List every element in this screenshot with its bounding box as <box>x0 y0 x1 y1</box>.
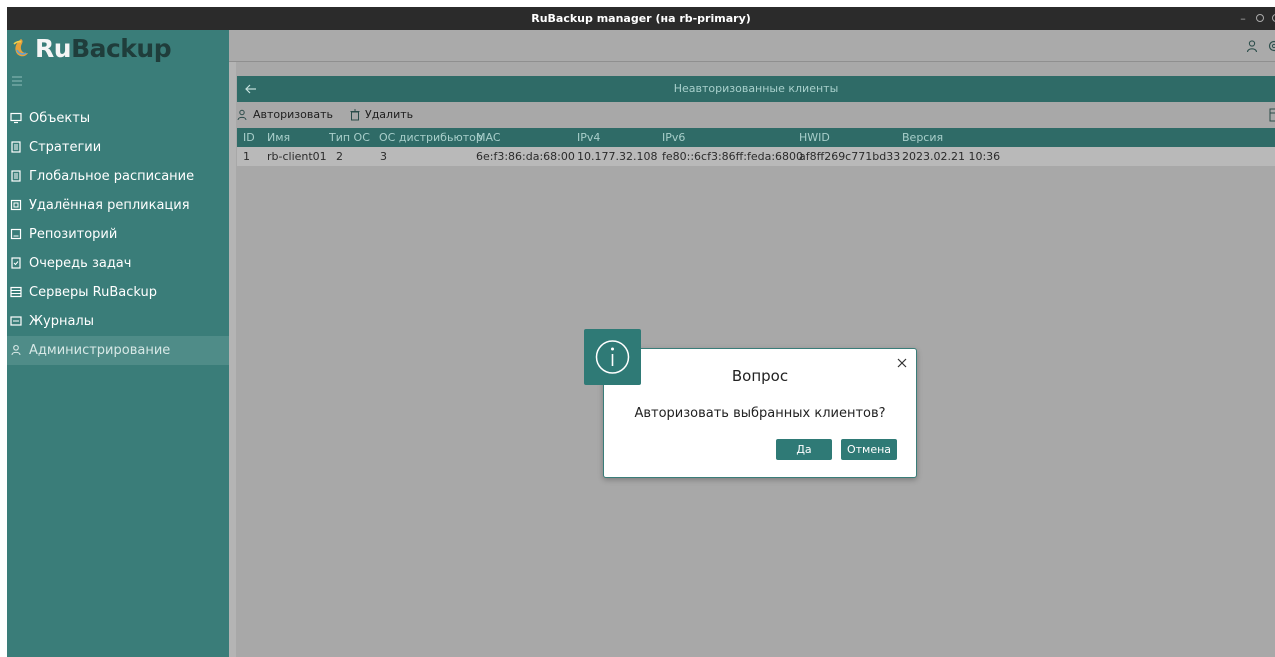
column-settings-icon[interactable] <box>1269 108 1275 122</box>
logo-text: RuBackup <box>35 34 172 63</box>
table-cell: 2 <box>336 150 343 163</box>
column-header[interactable]: HWID <box>799 128 830 147</box>
sidebar-item-servers[interactable]: Серверы RuBackup <box>7 278 229 307</box>
sidebar-item-label: Репозиторий <box>29 227 118 242</box>
sidebar-item-label: Объекты <box>29 111 91 126</box>
user-icon <box>11 344 21 356</box>
minimize-icon[interactable]: – <box>1236 7 1250 30</box>
title-bar: RuBackup manager (на rb-primary) – <box>7 7 1275 30</box>
yes-button[interactable]: Да <box>776 439 832 460</box>
top-bar <box>229 30 1275 62</box>
table-cell: 1 <box>243 150 250 163</box>
sidebar-item-objects[interactable]: Объекты <box>7 104 229 133</box>
delete-button[interactable]: Удалить <box>349 106 413 124</box>
dialog-message: Авторизовать выбранных клиентов? <box>634 406 886 421</box>
table-cell: 6e:f3:86:da:68:00 <box>476 150 575 163</box>
table-cell: rb-client01 <box>267 150 327 163</box>
clients-table: ID Имя Тип ОС ОС дистрибьютор MAC IPv4 I… <box>237 128 1275 166</box>
sidebar-item-task-queue[interactable]: Очередь задач <box>7 249 229 278</box>
user-account-icon[interactable] <box>1245 39 1259 53</box>
logo-mark-icon <box>13 39 28 57</box>
sidebar-item-label: Администрирование <box>29 343 171 358</box>
sidebar-item-label: Серверы RuBackup <box>29 285 157 300</box>
info-badge <box>584 329 641 385</box>
settings-icon[interactable] <box>1267 39 1275 53</box>
column-header[interactable]: Версия <box>902 128 943 147</box>
sidebar: RuBackup Объекты Стратегии Глобальное ра… <box>7 30 229 657</box>
sidebar-item-remote-replication[interactable]: Удалённая репликация <box>7 191 229 220</box>
column-header[interactable]: Тип ОС <box>329 128 370 147</box>
calendar-icon <box>11 170 21 182</box>
close-window-icon[interactable] <box>1269 7 1275 30</box>
table-cell: 2023.02.21 10:36 <box>902 150 1001 163</box>
column-header[interactable]: ID <box>243 128 255 147</box>
info-icon <box>595 340 630 374</box>
document-icon <box>11 141 21 153</box>
server-icon <box>10 286 22 298</box>
sidebar-item-label: Удалённая репликация <box>29 198 190 213</box>
repository-icon <box>10 228 22 240</box>
replication-icon <box>10 199 22 211</box>
sidebar-item-label: Глобальное расписание <box>29 169 195 184</box>
sidebar-item-label: Стратегии <box>29 140 102 155</box>
table-header: ID Имя Тип ОС ОС дистрибьютор MAC IPv4 I… <box>237 128 1275 147</box>
sidebar-item-logs[interactable]: Журналы <box>7 307 229 336</box>
column-header[interactable]: IPv4 <box>577 128 600 147</box>
table-cell: fe80::6cf3:86ff:feda:6800 <box>662 150 804 163</box>
column-header[interactable]: IPv6 <box>662 128 685 147</box>
column-header[interactable]: ОС дистрибьютор <box>379 128 483 147</box>
sidebar-nav: Объекты Стратегии Глобальное расписание … <box>7 104 229 365</box>
toolbar: Авторизовать Удалить <box>237 103 1275 127</box>
sidebar-item-strategies[interactable]: Стратегии <box>7 133 229 162</box>
maximize-icon[interactable] <box>1253 7 1267 30</box>
table-cell: af8ff269c771bd33 <box>799 150 901 163</box>
task-queue-icon <box>11 257 21 269</box>
table-cell: 10.177.32.108 <box>577 150 658 163</box>
dialog-title: Вопрос <box>731 367 789 385</box>
panel-title: Неавторизованные клиенты <box>673 82 839 95</box>
trash-icon <box>350 109 360 121</box>
column-header[interactable]: Имя <box>267 128 290 147</box>
app-window: RuBackup manager (на rb-primary) – RuBac… <box>7 7 1275 657</box>
rubackup-logo: RuBackup <box>7 30 229 68</box>
monitor-icon <box>10 112 22 124</box>
sidebar-collapse-icon[interactable] <box>10 74 24 88</box>
cancel-button[interactable]: Отмена <box>841 439 897 460</box>
sidebar-item-administration[interactable]: Администрирование <box>7 336 229 365</box>
sidebar-item-label: Журналы <box>29 314 94 329</box>
log-icon <box>10 316 22 326</box>
panel-header: Неавторизованные клиенты <box>237 76 1275 102</box>
sidebar-item-global-schedule[interactable]: Глобальное расписание <box>7 162 229 191</box>
authorize-button[interactable]: Авторизовать <box>237 106 333 124</box>
window-title: RuBackup manager (на rb-primary) <box>531 12 751 25</box>
table-cell: 3 <box>380 150 387 163</box>
sidebar-item-repository[interactable]: Репозиторий <box>7 220 229 249</box>
column-header[interactable]: MAC <box>476 128 501 147</box>
table-row[interactable]: 1 rb-client01 2 3 6e:f3:86:da:68:00 10.1… <box>237 147 1275 166</box>
content-left-strip <box>229 62 236 657</box>
sidebar-item-label: Очередь задач <box>29 256 132 271</box>
main-content: Неавторизованные клиенты Авторизовать Уд… <box>229 30 1275 657</box>
authorize-user-icon <box>237 109 247 121</box>
confirm-dialog: Вопрос Авторизовать выбранных клиентов? … <box>603 348 917 478</box>
